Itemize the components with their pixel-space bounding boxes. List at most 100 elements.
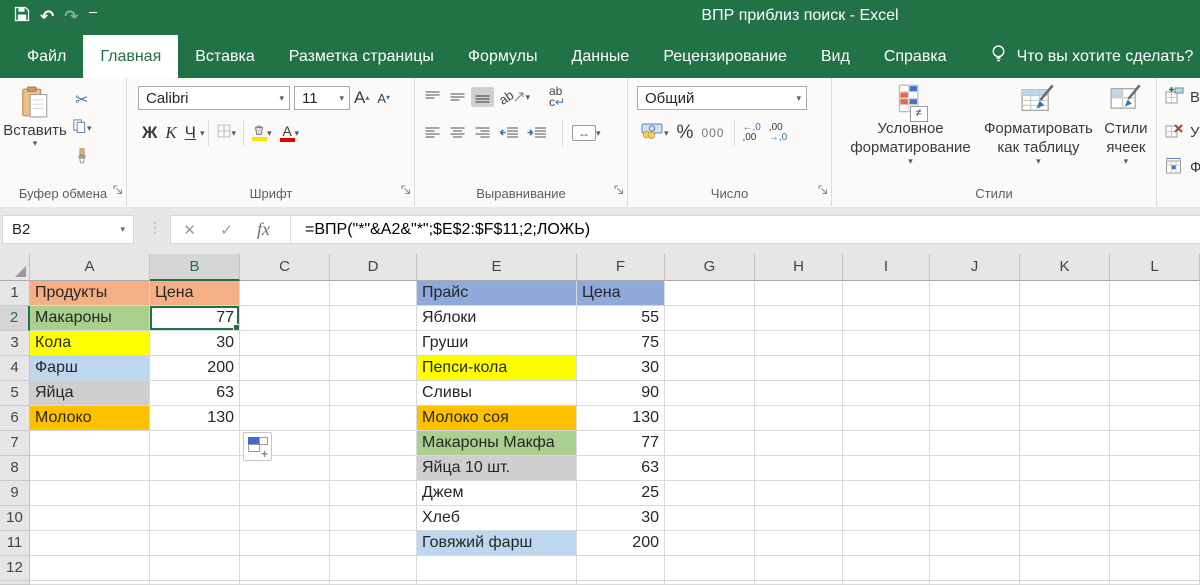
- cut-button[interactable]: ✂: [68, 88, 96, 111]
- tab-Главная[interactable]: Главная: [83, 35, 179, 78]
- column-header-C[interactable]: C: [240, 254, 330, 281]
- cell-B6[interactable]: 130: [150, 406, 240, 431]
- insert-function-icon[interactable]: fx: [245, 219, 282, 240]
- fill-handle[interactable]: [233, 324, 239, 330]
- cell-I9[interactable]: [843, 481, 930, 506]
- cell-H7[interactable]: [755, 431, 843, 456]
- cell-K2[interactable]: [1020, 306, 1110, 331]
- cell-H6[interactable]: [755, 406, 843, 431]
- decrease-decimal-button[interactable]: ,00 →,0: [765, 123, 791, 143]
- cell-G2[interactable]: [665, 306, 755, 331]
- column-header-G[interactable]: G: [665, 254, 755, 281]
- font-color-button[interactable]: А ▾: [276, 123, 304, 144]
- column-header-A[interactable]: A: [30, 254, 150, 281]
- cell-C9[interactable]: [240, 481, 330, 506]
- cell-B4[interactable]: 200: [150, 356, 240, 381]
- cell-L3[interactable]: [1110, 331, 1200, 356]
- cell-F12[interactable]: [577, 556, 665, 581]
- row-header-3[interactable]: 3: [0, 331, 30, 356]
- increase-decimal-button[interactable]: ←,0,00: [738, 123, 764, 143]
- cell-K3[interactable]: [1020, 331, 1110, 356]
- column-header-D[interactable]: D: [330, 254, 417, 281]
- cell-J3[interactable]: [930, 331, 1020, 356]
- column-header-E[interactable]: E: [417, 254, 577, 281]
- formula-bar-grip[interactable]: ⋮: [148, 220, 162, 236]
- cell-H2[interactable]: [755, 306, 843, 331]
- tab-Вставка[interactable]: Вставка: [178, 35, 271, 78]
- cell-J12[interactable]: [930, 556, 1020, 581]
- cell-K1[interactable]: [1020, 281, 1110, 306]
- row-header-4[interactable]: 4: [0, 356, 30, 381]
- cell-K12[interactable]: [1020, 556, 1110, 581]
- cell-G3[interactable]: [665, 331, 755, 356]
- cell-I5[interactable]: [843, 381, 930, 406]
- cell-D5[interactable]: [330, 381, 417, 406]
- tab-Данные[interactable]: Данные: [555, 35, 647, 78]
- row-header-1[interactable]: 1: [0, 281, 30, 306]
- row-header-8[interactable]: 8: [0, 456, 30, 481]
- cell-I6[interactable]: [843, 406, 930, 431]
- cell-D9[interactable]: [330, 481, 417, 506]
- cell-K8[interactable]: [1020, 456, 1110, 481]
- cell-K5[interactable]: [1020, 381, 1110, 406]
- cell-E1[interactable]: Прайс: [417, 281, 577, 306]
- cell-A12[interactable]: [30, 556, 150, 581]
- formula-text[interactable]: =ВПР("*"&A2&"*";$E$2:$F$11;2;ЛОЖЬ): [305, 221, 590, 239]
- cell-F9[interactable]: 25: [577, 481, 665, 506]
- cell-C6[interactable]: [240, 406, 330, 431]
- cell-D1[interactable]: [330, 281, 417, 306]
- cell-E9[interactable]: Джем: [417, 481, 577, 506]
- cell-D6[interactable]: [330, 406, 417, 431]
- cell-J11[interactable]: [930, 531, 1020, 556]
- cell-J9[interactable]: [930, 481, 1020, 506]
- cell-G8[interactable]: [665, 456, 755, 481]
- format-cells-button[interactable]: Ф: [1165, 157, 1200, 178]
- alignment-dialog-launcher[interactable]: [614, 182, 624, 200]
- cell-E5[interactable]: Сливы: [417, 381, 577, 406]
- cell-L10[interactable]: [1110, 506, 1200, 531]
- cell-L12[interactable]: [1110, 556, 1200, 581]
- cell-I11[interactable]: [843, 531, 930, 556]
- auto-fill-options-button[interactable]: +: [243, 432, 272, 461]
- column-header-I[interactable]: I: [843, 254, 930, 281]
- name-box-caret[interactable]: ▾: [120, 225, 125, 234]
- column-header-F[interactable]: F: [577, 254, 665, 281]
- underline-button[interactable]: Ч: [181, 121, 200, 145]
- row-header-9[interactable]: 9: [0, 481, 30, 506]
- cell-I8[interactable]: [843, 456, 930, 481]
- cell-D2[interactable]: [330, 306, 417, 331]
- row-header-5[interactable]: 5: [0, 381, 30, 406]
- cell-C3[interactable]: [240, 331, 330, 356]
- cell-H3[interactable]: [755, 331, 843, 356]
- tab-Файл[interactable]: Файл: [10, 35, 83, 78]
- row-header-7[interactable]: 7: [0, 431, 30, 456]
- cell-F3[interactable]: 75: [577, 331, 665, 356]
- cell-G1[interactable]: [665, 281, 755, 306]
- comma-style-button[interactable]: 000: [697, 124, 728, 142]
- cell-J6[interactable]: [930, 406, 1020, 431]
- orientation-button[interactable]: ab ▾: [496, 87, 533, 108]
- cell-A7[interactable]: [30, 431, 150, 456]
- cell-B9[interactable]: [150, 481, 240, 506]
- row-header-6[interactable]: 6: [0, 406, 30, 431]
- tab-Рецензирование[interactable]: Рецензирование: [646, 35, 804, 78]
- cell-F2[interactable]: 55: [577, 306, 665, 331]
- cell-F10[interactable]: 30: [577, 506, 665, 531]
- cell-F6[interactable]: 130: [577, 406, 665, 431]
- cell-B10[interactable]: [150, 506, 240, 531]
- select-all-corner[interactable]: [0, 254, 30, 281]
- cell-B11[interactable]: [150, 531, 240, 556]
- cell-G11[interactable]: [665, 531, 755, 556]
- grow-font-button[interactable]: A ▴: [350, 86, 373, 110]
- cell-L5[interactable]: [1110, 381, 1200, 406]
- cell-H10[interactable]: [755, 506, 843, 531]
- insert-cells-button[interactable]: В: [1165, 87, 1200, 108]
- cancel-icon[interactable]: ✕: [171, 221, 208, 239]
- cell-D7[interactable]: [330, 431, 417, 456]
- cell-B8[interactable]: [150, 456, 240, 481]
- clipboard-dialog-launcher[interactable]: [113, 182, 123, 200]
- cell-L2[interactable]: [1110, 306, 1200, 331]
- cell-D8[interactable]: [330, 456, 417, 481]
- paste-button[interactable]: Вставить ▾: [3, 86, 67, 171]
- cell-E6[interactable]: Молоко соя: [417, 406, 577, 431]
